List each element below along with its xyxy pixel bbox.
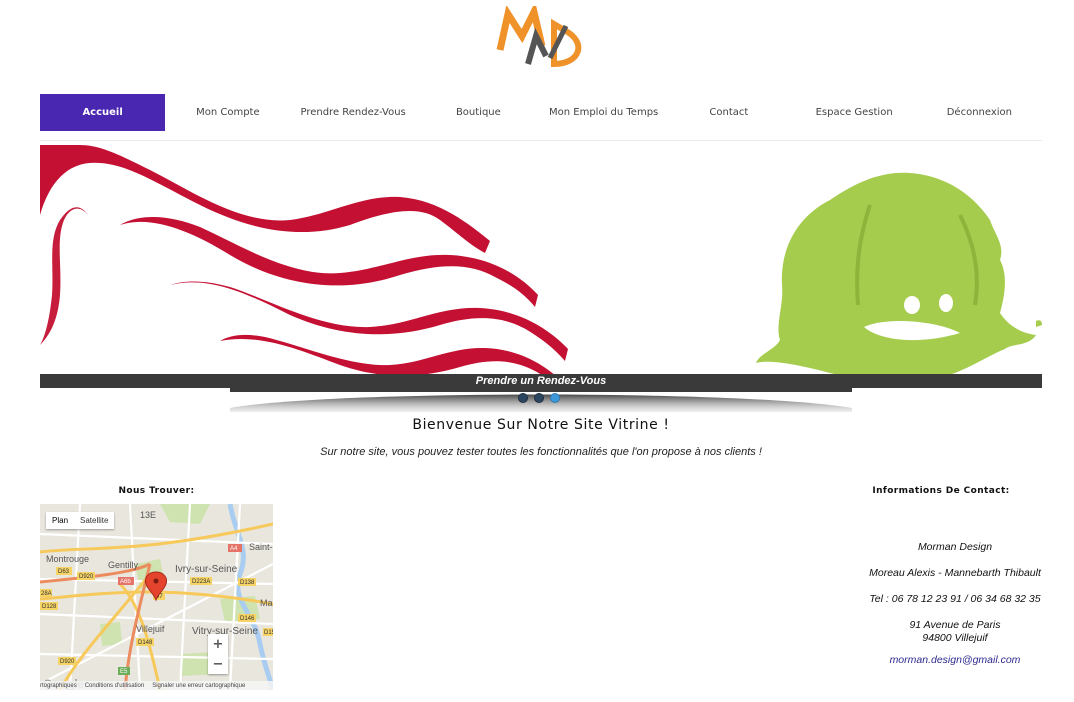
map-type-satellite[interactable]: Satellite — [74, 512, 114, 529]
map-zoom-controls: + − — [208, 634, 228, 674]
slider-dot-3[interactable] — [550, 393, 560, 403]
nav-item-boutique[interactable]: Boutique — [416, 94, 541, 131]
svg-text:13E: 13E — [140, 510, 156, 520]
svg-text:Mais: Mais — [260, 598, 273, 608]
svg-text:D920: D920 — [79, 574, 94, 580]
contact-address-line1: 91 Avenue de Paris — [909, 619, 1001, 631]
map-report-link[interactable]: Signaler une erreur cartographique — [152, 683, 245, 689]
google-map[interactable]: 13E Montrouge Gentilly Ivry-sur-Seine Vi… — [40, 504, 273, 690]
contact-company: Morman Design — [917, 541, 993, 553]
svg-text:Gentilly: Gentilly — [108, 560, 139, 570]
svg-text:A6b: A6b — [120, 579, 131, 585]
contact-names: Moreau Alexis - Mannebarth Thibault — [869, 567, 1041, 579]
map-data-credit: rtographiques — [40, 682, 77, 689]
svg-text:D920: D920 — [60, 659, 75, 665]
nav-item-emploi-du-temps[interactable]: Mon Emploi du Temps — [541, 94, 666, 131]
welcome-subtitle: Sur notre site, vous pouvez tester toute… — [320, 446, 762, 458]
svg-text:28A: 28A — [41, 591, 52, 597]
svg-text:Saint-M: Saint-M — [249, 542, 273, 552]
svg-text:Montrouge: Montrouge — [46, 554, 89, 564]
site-logo[interactable] — [492, 1, 588, 70]
svg-text:D223A: D223A — [192, 579, 210, 585]
contact-title: Informations De Contact: — [872, 486, 1010, 496]
nav-item-prendre-rendez-vous[interactable]: Prendre Rendez-Vous — [291, 94, 416, 131]
welcome-title: Bienvenue Sur Notre Site Vitrine ! — [412, 417, 670, 433]
nav-item-accueil[interactable]: Accueil — [40, 94, 166, 131]
svg-text:Ivry-sur-Seine: Ivry-sur-Seine — [175, 564, 238, 575]
svg-text:E5: E5 — [120, 669, 128, 675]
slide-image — [40, 145, 1042, 388]
svg-text:D138: D138 — [240, 580, 255, 586]
map-type-plan[interactable]: Plan — [46, 512, 74, 529]
nav-item-deconnexion[interactable]: Déconnexion — [917, 94, 1042, 131]
find-us-title: Nous Trouver: — [118, 486, 195, 496]
contact-email-link[interactable]: morman.design@gmail.com — [842, 654, 1068, 666]
map-tiles: 13E Montrouge Gentilly Ivry-sur-Seine Vi… — [40, 504, 273, 690]
svg-text:D128: D128 — [42, 604, 57, 610]
hero-slider[interactable] — [40, 145, 1042, 388]
nav-item-contact[interactable]: Contact — [666, 94, 791, 131]
contact-address-line2: 94800 Villejuif — [922, 632, 988, 644]
nav-item-mon-compte[interactable]: Mon Compte — [165, 94, 290, 131]
main-nav: Accueil Mon Compte Prendre Rendez-Vous B… — [40, 94, 1042, 131]
slider-dot-1[interactable] — [518, 393, 528, 403]
map-terms-link[interactable]: Conditions d'utilisation — [85, 683, 145, 689]
contact-phone: Tel : 06 78 12 23 91 / 06 34 68 32 35 — [869, 593, 1041, 605]
zoom-in-button[interactable]: + — [208, 634, 228, 654]
map-footer: rtographiques Conditions d'utilisation S… — [40, 681, 273, 690]
nav-item-espace-gestion[interactable]: Espace Gestion — [792, 94, 917, 131]
svg-text:D146: D146 — [240, 616, 255, 622]
nav-divider — [40, 140, 1042, 141]
zoom-out-button[interactable]: − — [208, 654, 228, 674]
slider-pagination — [518, 393, 560, 403]
svg-text:Villejuif: Villejuif — [136, 624, 165, 634]
slider-dot-2[interactable] — [534, 393, 544, 403]
map-type-toggle: Plan Satellite — [46, 512, 115, 529]
svg-text:D15: D15 — [264, 630, 273, 636]
svg-text:D63: D63 — [58, 569, 70, 575]
svg-text:A4: A4 — [230, 546, 238, 552]
svg-text:D148: D148 — [138, 640, 153, 646]
